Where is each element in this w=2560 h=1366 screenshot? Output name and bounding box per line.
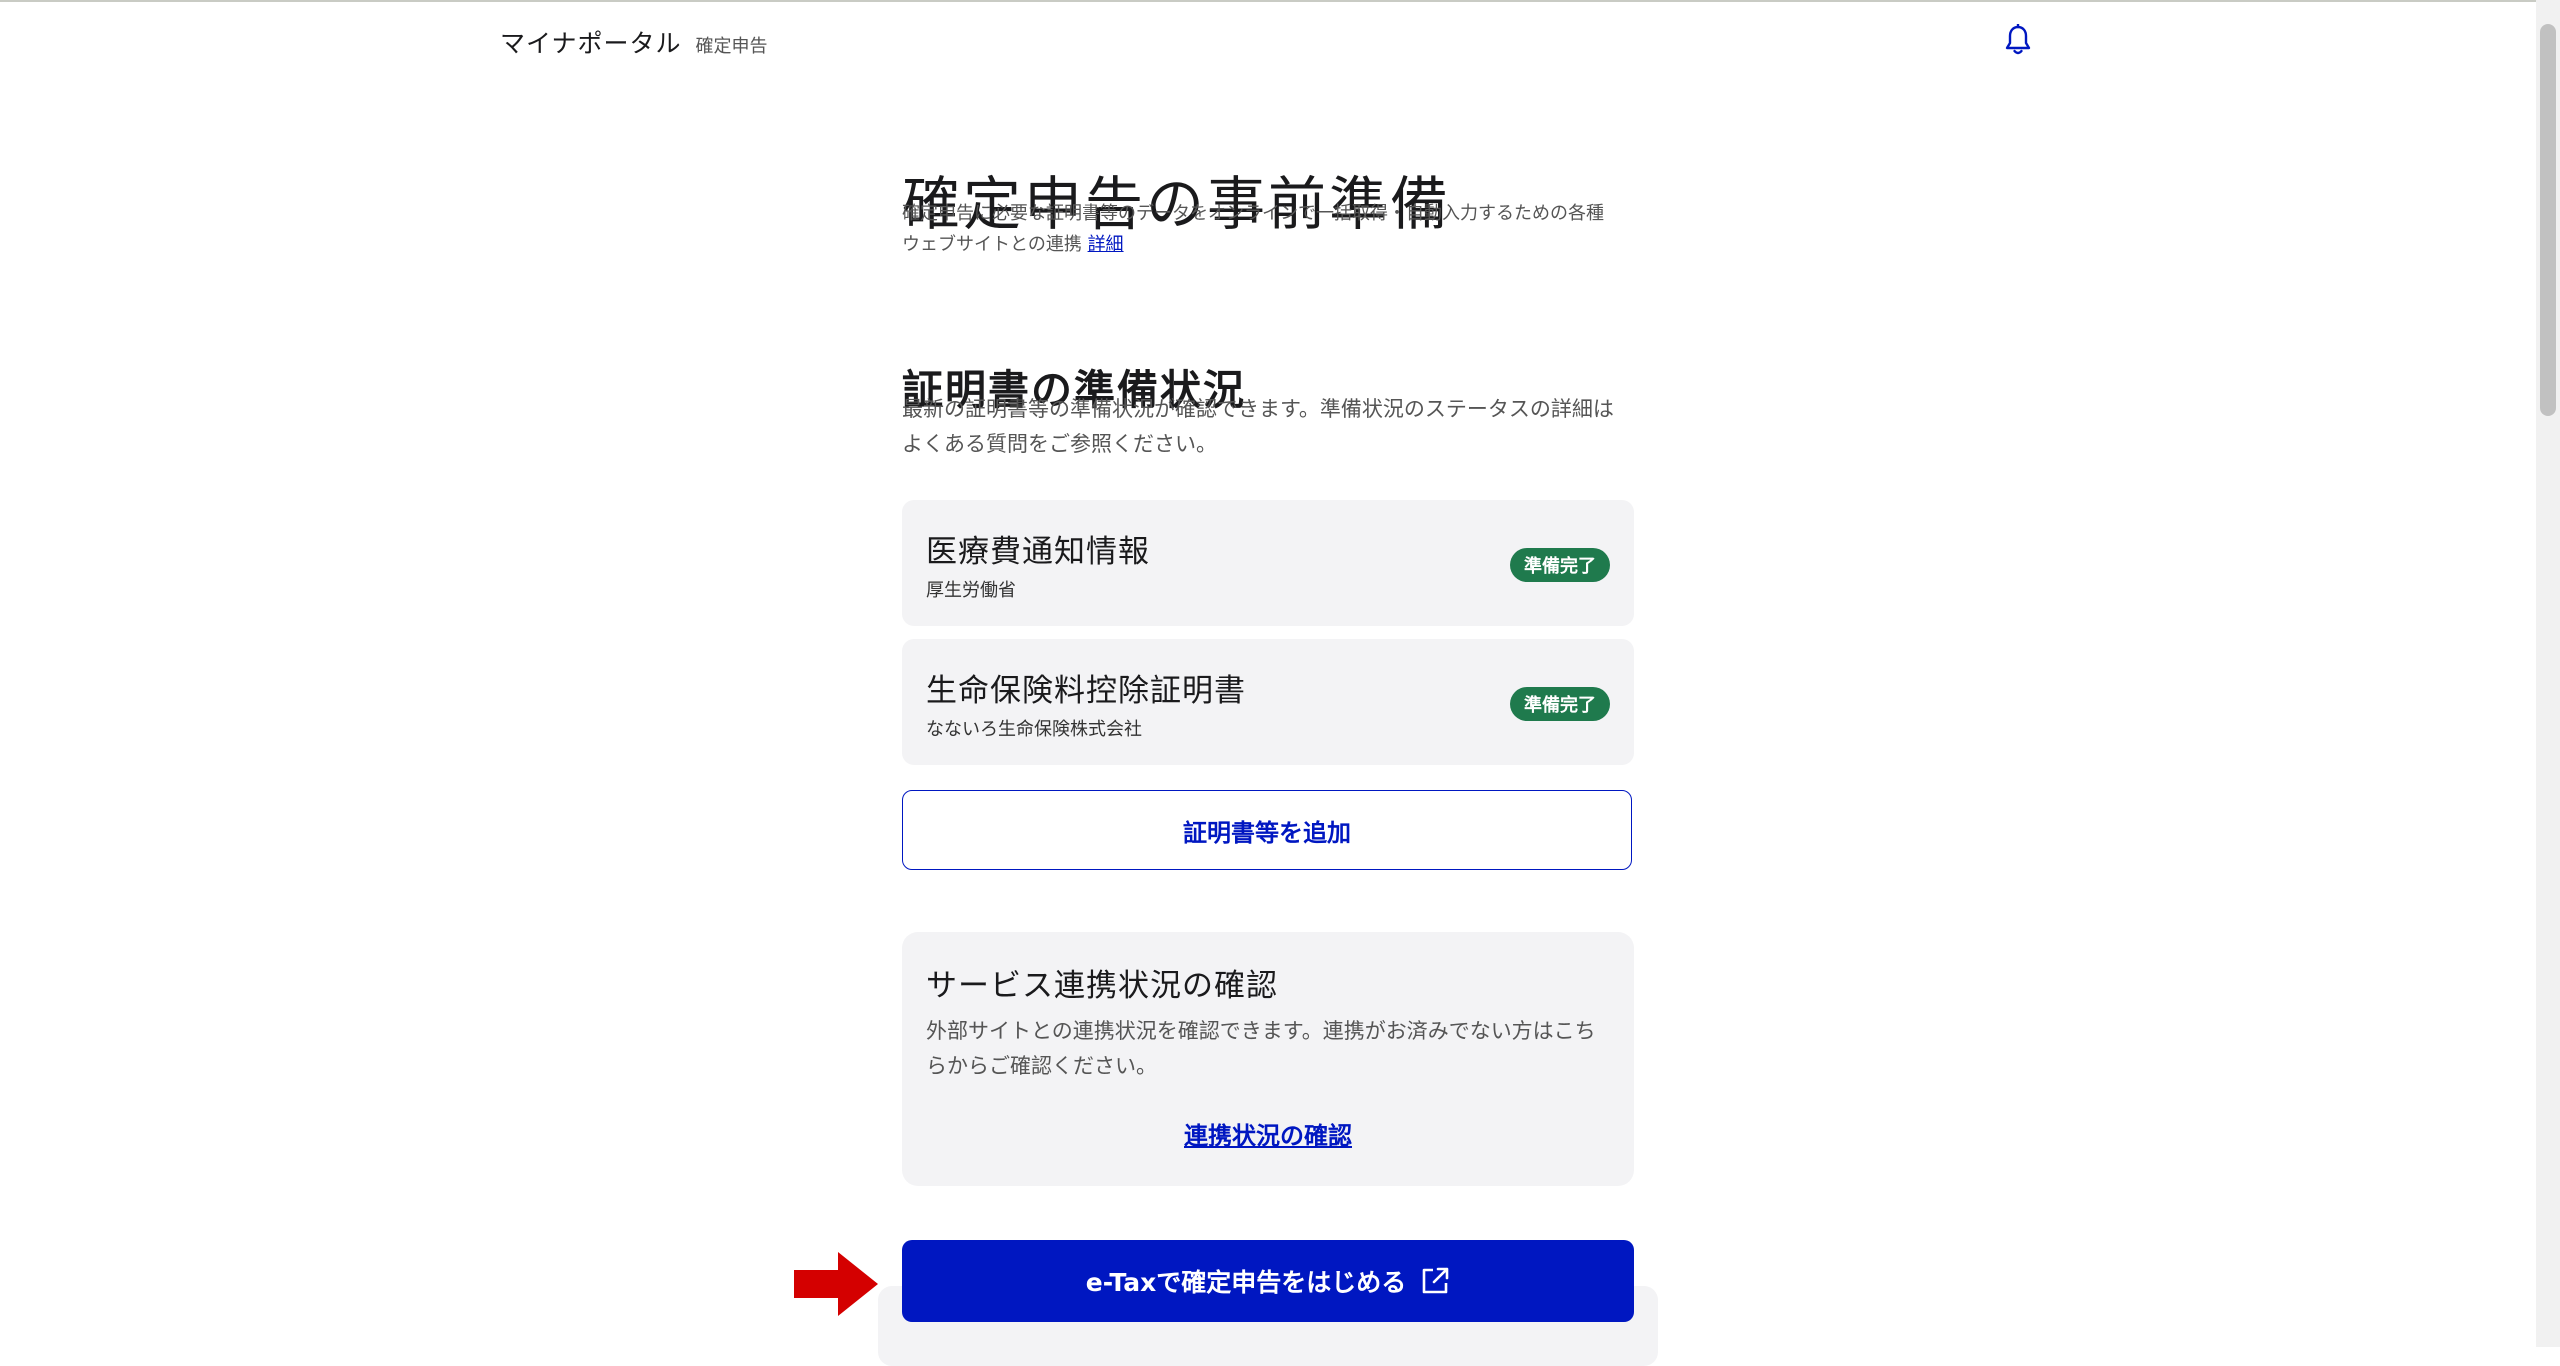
page-intro: 確定申告に必要な証明書等のデータをオンラインで一括取得・自動入力するための各種 …	[902, 198, 1634, 260]
notification-button[interactable]	[1998, 20, 2038, 60]
add-certificate-button[interactable]: 証明書等を追加	[902, 790, 1632, 870]
certificates-section-description: 最新の証明書等の準備状況が確認できます。準備状況のステータスの詳細はよくある質問…	[902, 397, 1614, 456]
certificate-card-life-insurance[interactable]: 生命保険料控除証明書 なないろ生命保険株式会社 準備完了	[902, 639, 1634, 765]
brand-logo[interactable]: マイナポータル	[500, 24, 682, 60]
intro-text-line2: ウェブサイトとの連携	[902, 234, 1082, 255]
start-etax-button[interactable]: e-Taxで確定申告をはじめる	[902, 1240, 1634, 1322]
certificate-name: 生命保険料控除証明書	[926, 673, 1246, 709]
service-card-description: 外部サイトとの連携状況を確認できます。連携がお済みでない方はこちらからご確認くだ…	[926, 1019, 1596, 1078]
details-link[interactable]: 詳細	[1088, 234, 1124, 255]
vertical-scrollbar[interactable]	[2536, 0, 2560, 1347]
status-badge: 準備完了	[1510, 548, 1610, 582]
certificate-issuer: 厚生労働省	[926, 580, 1016, 601]
certificate-issuer: なないろ生命保険株式会社	[926, 719, 1142, 740]
service-card-title: サービス連携状況の確認	[926, 968, 1278, 1004]
top-border	[0, 0, 2560, 2]
scrollbar-thumb[interactable]	[2540, 24, 2556, 416]
status-badge: 準備完了	[1510, 687, 1610, 721]
check-connection-status-link[interactable]: 連携状況の確認	[902, 1116, 1634, 1151]
external-link-icon	[1420, 1266, 1450, 1296]
certificate-card-medical[interactable]: 医療費通知情報 厚生労働省 準備完了	[902, 500, 1634, 626]
header-section-label: 確定申告	[695, 36, 768, 57]
start-etax-label: e-Taxで確定申告をはじめる	[1085, 1268, 1407, 1297]
bell-icon	[2005, 24, 2031, 55]
certificate-name: 医療費通知情報	[926, 534, 1150, 570]
service-status-card: サービス連携状況の確認 外部サイトとの連携状況を確認できます。連携がお済みでない…	[902, 932, 1634, 1186]
annotation-arrow-icon	[794, 1252, 878, 1316]
site-header: マイナポータル 確定申告	[500, 24, 768, 58]
intro-text-line1: 確定申告に必要な証明書等のデータをオンラインで一括取得・自動入力するための各種	[902, 203, 1604, 224]
